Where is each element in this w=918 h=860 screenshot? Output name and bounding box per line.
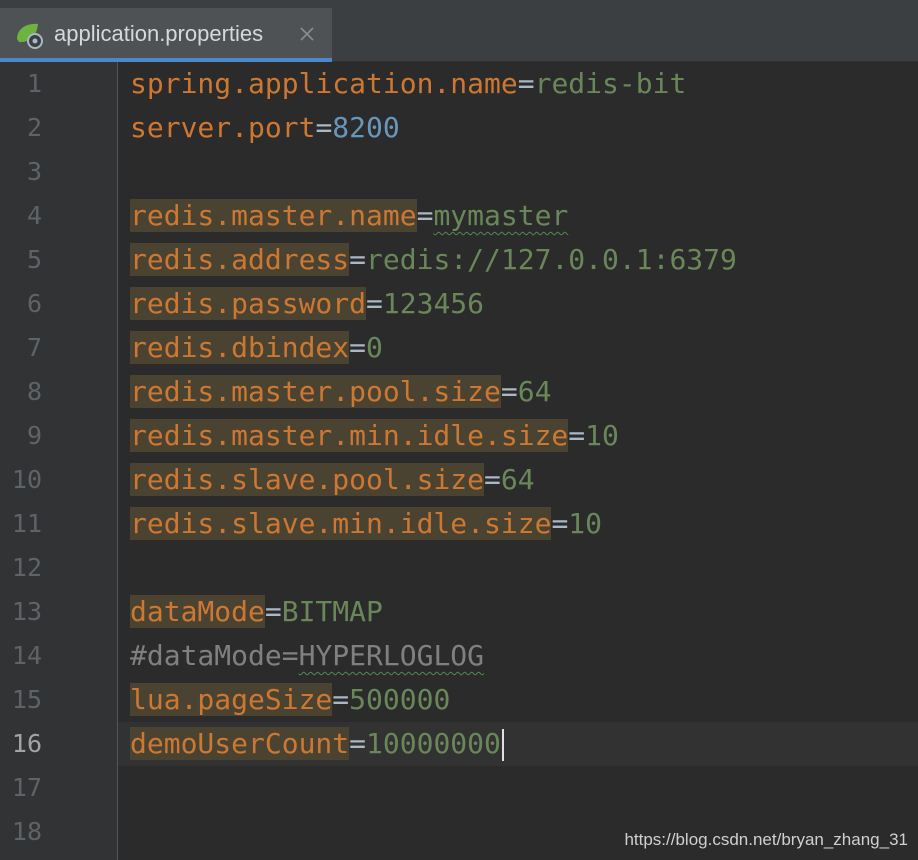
line-number: 1 <box>26 69 42 98</box>
equals-sign: = <box>332 683 350 716</box>
text-caret <box>501 729 504 761</box>
line-number: 7 <box>26 333 42 362</box>
property-value: redis://127.0.0.1:6379 <box>366 243 737 276</box>
code-line[interactable]: server.port=8200 <box>130 106 400 150</box>
line-number: 12 <box>11 553 42 582</box>
watermark: https://blog.csdn.net/bryan_zhang_31 <box>624 830 908 849</box>
property-key: spring.application.name <box>130 67 518 100</box>
equals-sign: = <box>517 67 535 100</box>
line-number: 13 <box>11 597 42 626</box>
line-number: 14 <box>11 641 42 670</box>
line-number: 5 <box>26 245 42 274</box>
code-line[interactable]: redis.slave.min.idle.size=10 <box>130 502 602 546</box>
code-line[interactable]: spring.application.name=redis-bit <box>130 62 686 106</box>
editor-tab-bar: application.properties <box>0 0 918 62</box>
line-number: 10 <box>11 465 42 494</box>
line-number: 11 <box>11 509 42 538</box>
property-value: 10 <box>568 507 603 540</box>
property-value: 10000000 <box>366 727 501 760</box>
equals-sign: = <box>315 111 333 144</box>
property-key: redis.slave.pool.size <box>130 463 485 496</box>
property-value: 8200 <box>332 111 400 144</box>
property-key: redis.master.name <box>130 199 417 232</box>
code-line[interactable]: redis.master.min.idle.size=10 <box>130 414 619 458</box>
equals-sign: = <box>349 243 367 276</box>
tab-application-properties[interactable]: application.properties <box>0 8 332 62</box>
code-line[interactable]: lua.pageSize=500000 <box>130 678 450 722</box>
line-number: 2 <box>26 113 42 142</box>
line-number: 18 <box>11 817 42 846</box>
code-line[interactable]: redis.slave.pool.size=64 <box>130 458 535 502</box>
property-key: redis.password <box>130 287 367 320</box>
equals-sign: = <box>366 287 383 320</box>
property-key: redis.master.pool.size <box>130 375 501 408</box>
line-number: 6 <box>26 289 42 318</box>
code-line[interactable]: redis.dbindex=0 <box>130 326 383 370</box>
code-editor[interactable]: spring.application.name=redis-bit server.… <box>118 62 918 860</box>
property-value: 500000 <box>349 683 451 716</box>
equals-sign: = <box>349 727 367 760</box>
property-value: BITMAP <box>281 595 383 628</box>
code-line[interactable]: redis.master.name=mymaster <box>130 194 568 238</box>
property-key: redis.address <box>130 243 350 276</box>
line-number: 9 <box>26 421 42 450</box>
equals-sign: = <box>500 375 518 408</box>
equals-sign: = <box>551 507 569 540</box>
line-number: 17 <box>11 773 42 802</box>
code-line[interactable]: dataMode=BITMAP <box>130 590 383 634</box>
equals-sign: = <box>264 595 282 628</box>
property-value: 0 <box>366 331 383 364</box>
property-value: mymaster <box>433 199 569 232</box>
ide-window: application.properties 1 2 3 4 5 6 7 8 9 10 11 12 13… <box>0 0 918 860</box>
property-value: 64 <box>517 375 552 408</box>
line-number: 4 <box>26 201 42 230</box>
property-key: dataMode <box>130 595 265 628</box>
property-value: 64 <box>500 463 535 496</box>
property-key: redis.dbindex <box>130 331 350 364</box>
comment-text: #dataMode= <box>130 639 299 672</box>
line-number: 8 <box>26 377 42 406</box>
code-line[interactable]: redis.address=redis://127.0.0.1:6379 <box>130 238 737 282</box>
equals-sign: = <box>568 419 586 452</box>
property-key: redis.slave.min.idle.size <box>130 507 552 540</box>
code-line[interactable]: redis.password=123456 <box>130 282 484 326</box>
code-line[interactable]: demoUserCount=10000000 <box>130 722 504 766</box>
code-line[interactable]: #dataMode=HYPERLOGLOG <box>130 634 484 678</box>
line-number: 16 <box>11 729 42 758</box>
property-value: 123456 <box>382 287 485 320</box>
property-key: demoUserCount <box>130 727 350 760</box>
property-key: server.port <box>130 111 316 144</box>
line-number-gutter: 1 2 3 4 5 6 7 8 9 10 11 12 13 14 15 16 17 18 <box>0 62 118 860</box>
code-line[interactable]: redis.master.pool.size=64 <box>130 370 551 414</box>
property-value: redis-bit <box>534 67 687 100</box>
property-key: lua.pageSize <box>130 683 333 716</box>
spring-leaf-icon <box>14 21 46 49</box>
property-key: redis.master.min.idle.size <box>130 419 569 452</box>
equals-sign: = <box>416 199 434 232</box>
line-number: 15 <box>11 685 42 714</box>
property-value: 10 <box>585 419 619 452</box>
close-icon[interactable] <box>296 23 318 45</box>
comment-value: HYPERLOGLOG <box>298 639 485 672</box>
equals-sign: = <box>484 463 501 496</box>
line-number: 3 <box>26 157 42 186</box>
tab-title: application.properties <box>54 21 264 46</box>
equals-sign: = <box>349 331 367 364</box>
